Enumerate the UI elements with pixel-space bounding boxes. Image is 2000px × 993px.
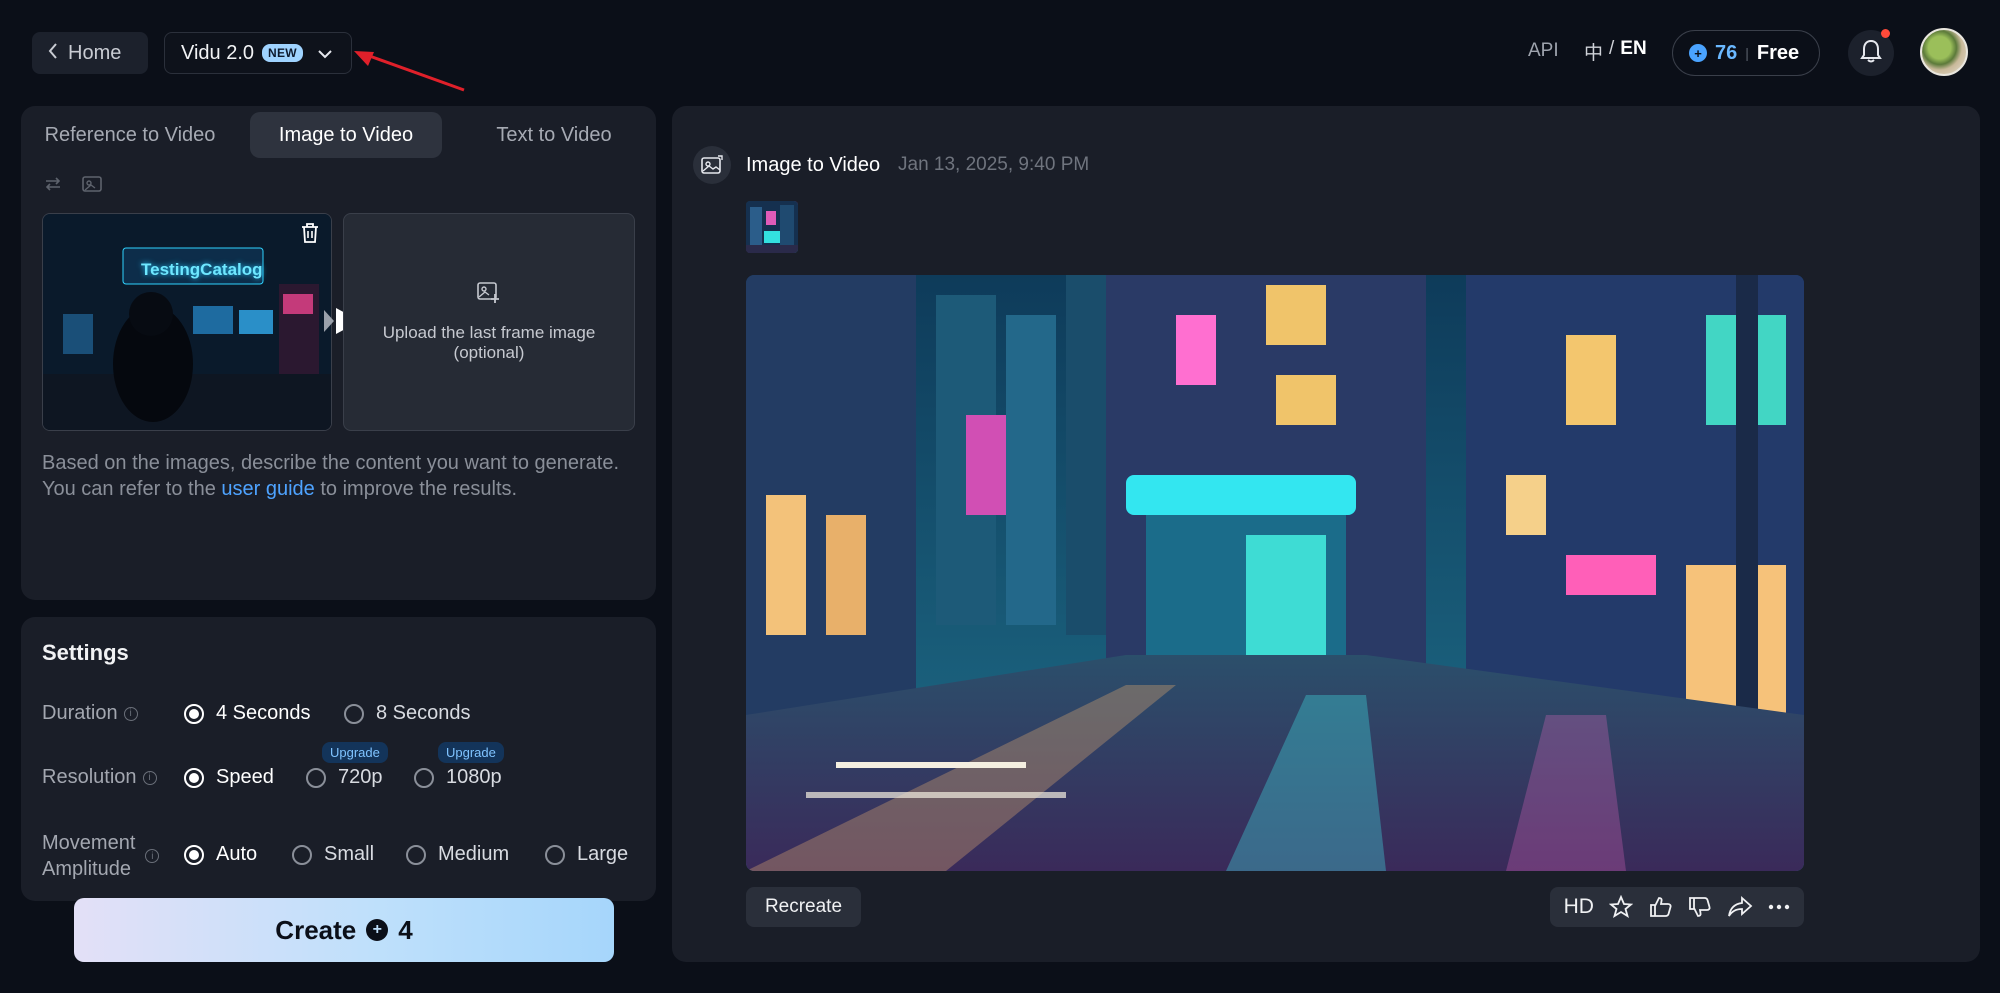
home-label: Home — [68, 41, 122, 64]
annotation-arrow-icon — [354, 51, 465, 92]
credit-count: 76 — [1715, 41, 1738, 64]
generated-video[interactable] — [746, 275, 1804, 871]
radio-selected-icon — [184, 767, 204, 788]
movement-option-label: Medium — [438, 843, 510, 865]
add-image-icon — [477, 281, 501, 309]
movement-label: Movement Amplitude i — [42, 830, 160, 882]
movement-option-small[interactable]: Small — [292, 843, 374, 866]
resolution-option-720p[interactable]: 720p — [306, 766, 383, 789]
movement-option-label: Small — [324, 843, 375, 865]
movement-option-label: Large — [577, 843, 629, 865]
credit-coin-icon: + — [1689, 44, 1707, 62]
credit-separator: | — [1745, 45, 1749, 61]
radio-icon — [545, 844, 565, 865]
radio-icon — [292, 844, 312, 865]
tab-image-to-video[interactable]: Image to Video — [250, 112, 442, 158]
duration-option-label: 8 Seconds — [376, 702, 471, 724]
info-icon[interactable]: i — [145, 849, 160, 863]
duration-option-4s[interactable]: 4 Seconds — [184, 702, 311, 725]
upgrade-badge-720p[interactable]: Upgrade — [322, 742, 388, 763]
resolution-label: Resolution i — [42, 766, 157, 789]
swap-icon[interactable] — [44, 176, 62, 197]
create-label: Create — [275, 914, 357, 945]
hacker-scene-image — [43, 214, 331, 430]
notification-dot — [1881, 29, 1890, 38]
radio-icon — [344, 703, 364, 724]
movement-option-auto[interactable]: Auto — [184, 843, 257, 866]
api-link[interactable]: API — [1528, 40, 1559, 62]
settings-title: Settings — [42, 640, 129, 665]
tab-text-to-video[interactable]: Text to Video — [458, 112, 650, 158]
duration-label-text: Duration — [42, 702, 118, 724]
chevron-down-icon — [317, 42, 333, 65]
movement-label-line1: Movement — [42, 832, 136, 854]
radio-icon — [414, 767, 434, 788]
frame-tools — [44, 176, 102, 197]
movement-option-label: Auto — [216, 843, 258, 865]
resolution-option-1080p[interactable]: 1080p — [414, 766, 502, 789]
create-button[interactable]: Create + 4 — [74, 898, 614, 962]
first-frame-image[interactable]: TestingCatalog — [42, 213, 332, 431]
image-to-video-task-icon — [693, 146, 731, 184]
prompt-input[interactable]: Based on the images, describe the conten… — [42, 450, 642, 502]
info-icon[interactable]: i — [142, 770, 157, 785]
lang-en[interactable]: EN — [1620, 38, 1646, 65]
task-title: Image to Video — [746, 154, 881, 176]
chevron-left-icon — [48, 42, 58, 65]
radio-icon — [306, 767, 326, 788]
upload-optional-text: (optional) — [453, 342, 525, 362]
resolution-label-text: Resolution — [42, 766, 137, 788]
thumbs-up-icon[interactable] — [1649, 895, 1673, 919]
bell-icon — [1860, 39, 1882, 68]
movement-label-line2: Amplitude — [42, 858, 131, 880]
language-switch[interactable]: 中 / EN — [1584, 38, 1647, 65]
duration-option-8s[interactable]: 8 Seconds — [344, 702, 471, 725]
tab-reference-to-video[interactable]: Reference to Video — [30, 112, 230, 158]
new-badge: NEW — [262, 44, 303, 62]
result-actions: HD — [1550, 887, 1804, 927]
resolution-option-label: Speed — [216, 766, 274, 788]
movement-option-medium[interactable]: Medium — [406, 843, 509, 866]
delete-frame-button[interactable] — [300, 222, 324, 246]
task-timestamp: Jan 13, 2025, 9:40 PM — [898, 154, 1090, 175]
duration-option-label: 4 Seconds — [216, 702, 311, 724]
prompt-placeholder-end: to improve the results. — [314, 478, 518, 500]
share-icon[interactable] — [1727, 896, 1753, 918]
resolution-option-label: 1080p — [446, 766, 502, 788]
cyberpunk-street-image — [746, 275, 1804, 871]
recreate-button[interactable]: Recreate — [746, 887, 861, 927]
source-image-thumbnail[interactable] — [746, 201, 798, 253]
upgrade-badge-1080p[interactable]: Upgrade — [438, 742, 504, 763]
resolution-option-label: 720p — [338, 766, 383, 788]
credits-badge[interactable]: + 76 | Free — [1672, 30, 1820, 76]
credit-coin-icon: + — [366, 919, 389, 941]
model-name: Vidu 2.0 — [181, 41, 255, 64]
avatar[interactable] — [1920, 28, 1968, 76]
more-options-icon[interactable] — [1768, 904, 1790, 910]
star-icon[interactable] — [1609, 895, 1634, 919]
thumbs-down-icon[interactable] — [1688, 895, 1712, 919]
movement-option-large[interactable]: Large — [545, 843, 628, 866]
plan-label: Free — [1756, 41, 1800, 64]
radio-selected-icon — [184, 844, 204, 865]
hd-button[interactable]: HD — [1564, 895, 1594, 919]
movement-label-text: Movement Amplitude — [42, 830, 135, 882]
home-button[interactable]: Home — [32, 32, 148, 74]
lang-separator: / — [1609, 38, 1615, 59]
radio-icon — [406, 844, 426, 865]
image-settings-icon[interactable] — [82, 176, 102, 197]
first-frame-caption: TestingCatalog — [141, 260, 263, 279]
radio-selected-icon — [184, 703, 204, 724]
user-guide-link[interactable]: user guide — [221, 478, 314, 500]
create-cost: 4 — [398, 914, 413, 945]
resolution-option-speed[interactable]: Speed — [184, 766, 274, 789]
model-selector[interactable]: Vidu 2.0 NEW — [164, 32, 352, 74]
lang-zh[interactable]: 中 — [1584, 38, 1603, 65]
upload-text: Upload the last frame image — [382, 322, 596, 342]
trash-icon — [300, 223, 320, 248]
duration-label: Duration i — [42, 702, 138, 725]
thumbnail-image — [746, 201, 798, 253]
info-icon[interactable]: i — [123, 706, 138, 721]
last-frame-upload[interactable]: Upload the last frame image (optional) — [343, 213, 635, 431]
